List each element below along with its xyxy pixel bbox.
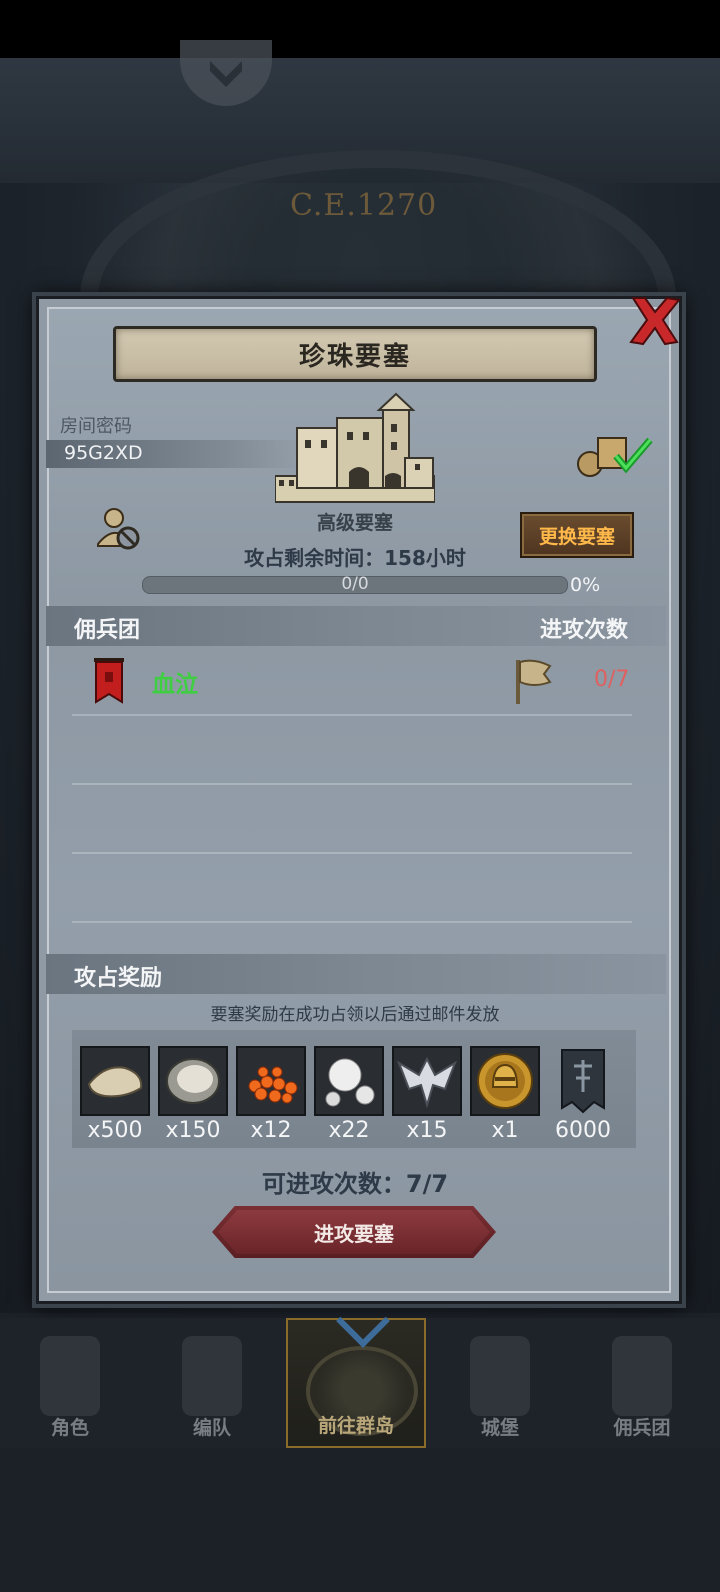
occupy-progress-text: 0/0: [341, 574, 369, 594]
attack-count: 0/7: [594, 667, 630, 692]
oyster-icon: [166, 1058, 220, 1104]
guild-banner-icon: [561, 1049, 605, 1114]
title-plate: 珍珠要塞: [113, 326, 597, 382]
shell-icon: [87, 1066, 143, 1098]
reward-item[interactable]: [236, 1046, 306, 1116]
row-divider: [72, 921, 632, 923]
reward-item[interactable]: [470, 1046, 540, 1116]
close-icon: [629, 296, 681, 346]
reward-item[interactable]: [158, 1046, 228, 1116]
fish-roe-icon: [248, 1066, 298, 1104]
ship-icon: [612, 1336, 672, 1416]
reward-quantity: x22: [328, 1118, 370, 1143]
era-label: C.E.1270: [290, 188, 438, 223]
formation-icon: [182, 1336, 242, 1416]
nav-item-formation[interactable]: 编队: [142, 1318, 282, 1448]
reward-quantity: x15: [406, 1118, 448, 1143]
nav-item-role[interactable]: 角色: [0, 1318, 140, 1448]
row-divider: [72, 852, 632, 854]
mercenary-name[interactable]: 血泣: [152, 665, 198, 699]
reward-quantity: x1: [491, 1118, 519, 1143]
reward-quantity: x150: [165, 1118, 221, 1143]
reward-item[interactable]: [392, 1046, 462, 1116]
pearl-icon: [325, 1058, 375, 1107]
arrow-down-icon: [210, 61, 242, 87]
supply-bags-checked-icon[interactable]: [576, 432, 654, 478]
castle-icon: [275, 392, 435, 503]
nav-label: 编队: [192, 1417, 231, 1439]
reward-item[interactable]: [80, 1046, 150, 1116]
attack-fortress-label: 进攻要塞: [314, 1221, 394, 1246]
gold-helmet-coin-icon: [477, 1053, 533, 1109]
reward-quantity: x500: [87, 1118, 143, 1143]
reward-item[interactable]: [314, 1046, 384, 1116]
reward-quantity: x12: [250, 1118, 292, 1143]
reward-section-title: 攻占奖励: [74, 966, 163, 991]
room-code-value[interactable]: 95G2XD: [64, 442, 143, 464]
remaining-time: 攻占剩余时间：158小时: [244, 546, 466, 570]
red-banner-icon: [94, 658, 124, 704]
row-divider: [72, 714, 632, 716]
nav-label: 前往群岛: [317, 1415, 394, 1437]
castle-icon: [470, 1336, 530, 1416]
bottom-area: [0, 1448, 720, 1592]
reward-note: 要塞奖励在成功占领以后通过邮件发放: [210, 1005, 500, 1025]
room-code-label: 房间密码: [60, 416, 132, 437]
nav-label: 角色: [50, 1417, 89, 1439]
attacks-remaining: 可进攻次数：7/7: [261, 1170, 449, 1198]
row-divider: [72, 783, 632, 785]
reward-quantity: 6000: [555, 1118, 611, 1143]
dialog-title: 珍珠要塞: [298, 341, 411, 372]
occupy-progress-bar: 0/0: [142, 574, 568, 594]
nav-label: 城堡: [480, 1417, 519, 1439]
attack-flag-icon: [516, 659, 552, 704]
attack-fortress-button[interactable]: 进攻要塞: [212, 1206, 496, 1258]
mercenary-section-title: 佣兵团: [74, 618, 141, 643]
silver-emblem-icon: [397, 1056, 457, 1109]
close-button[interactable]: [624, 292, 686, 350]
nav-item-mercenary[interactable]: 佣兵团: [572, 1318, 712, 1448]
status-bar: [0, 0, 720, 58]
nav-label: 佣兵团: [613, 1417, 671, 1439]
attacks-header: 进攻次数: [540, 618, 629, 643]
reward-item[interactable]: [548, 1046, 618, 1116]
nav-item-castle[interactable]: 城堡: [430, 1318, 570, 1448]
knight-icon: [40, 1336, 100, 1416]
occupy-progress-percent: 0%: [570, 574, 601, 596]
